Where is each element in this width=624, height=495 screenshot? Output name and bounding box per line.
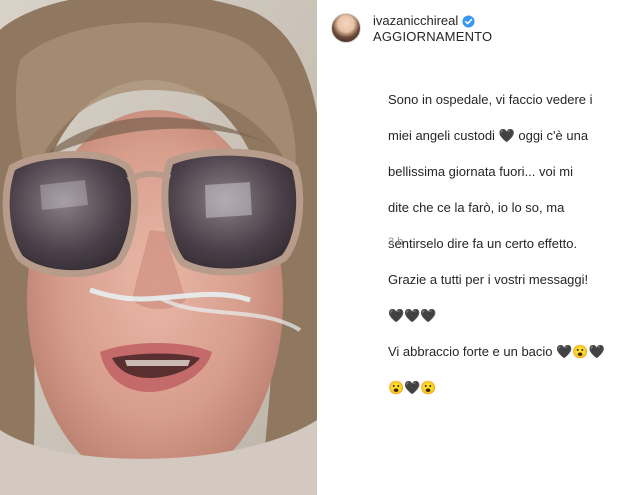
caption-line: Grazie a tutti per i vostri messaggi! bbox=[388, 272, 589, 287]
caption-line: Vi abbraccio forte e un bacio 🖤😮🖤 bbox=[388, 344, 605, 359]
header-text: ivazanicchireal AGGIORNAMENTO bbox=[373, 13, 492, 45]
post-video-frame[interactable] bbox=[0, 0, 317, 495]
post-subtitle: AGGIORNAMENTO bbox=[373, 29, 493, 44]
verified-badge-icon bbox=[462, 14, 475, 28]
post-caption: Sono in ospedale, vi faccio vedere i mie… bbox=[388, 73, 620, 415]
selfie-photo bbox=[0, 0, 317, 495]
caption-line: miei angeli custodi 🖤 oggi c'è una bbox=[388, 128, 589, 143]
caption-line: dite che ce la farò, io lo so, ma bbox=[388, 200, 565, 215]
caption-line: Sono in ospedale, vi faccio vedere i bbox=[388, 92, 593, 107]
caption-line: 🖤🖤🖤 bbox=[388, 308, 437, 323]
username-link[interactable]: ivazanicchireal bbox=[373, 13, 458, 29]
avatar[interactable] bbox=[331, 13, 361, 43]
caption-line: bellissima giornata fuori... voi mi bbox=[388, 164, 573, 179]
caption-line: 😮🖤😮 bbox=[388, 380, 437, 395]
caption-line: sentirselo dire fa un certo effetto. bbox=[388, 236, 578, 251]
post-sidebar: ivazanicchireal AGGIORNAMENTO Sono in os… bbox=[317, 0, 624, 495]
instagram-post: ivazanicchireal AGGIORNAMENTO Sono in os… bbox=[0, 0, 624, 495]
username-row: ivazanicchireal bbox=[373, 13, 492, 29]
post-timestamp[interactable]: 3 h bbox=[388, 236, 403, 248]
post-header: ivazanicchireal AGGIORNAMENTO bbox=[331, 13, 492, 45]
